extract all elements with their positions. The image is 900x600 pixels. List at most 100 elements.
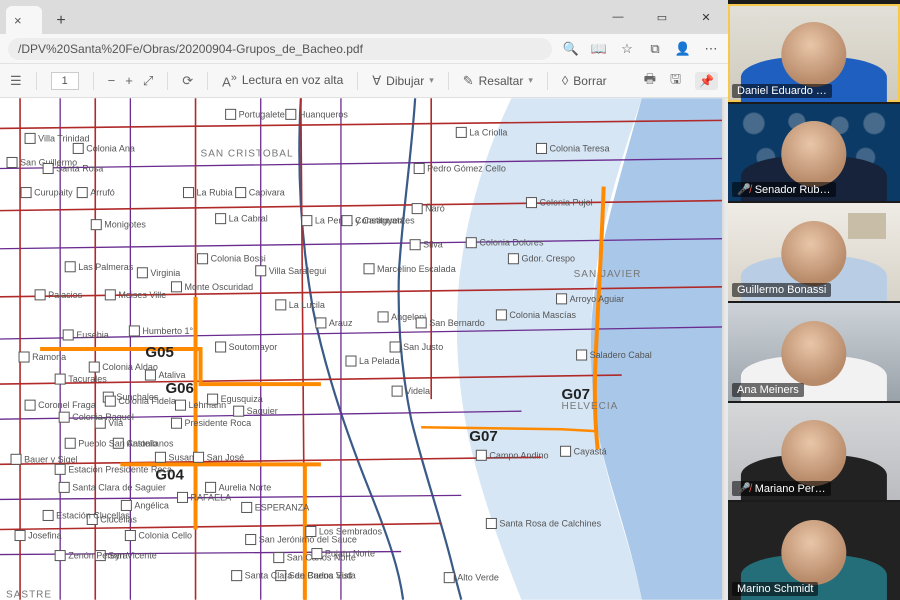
city-label: Humberto 1° (142, 326, 193, 336)
city-label: Silva (423, 240, 444, 250)
route-shield (59, 482, 69, 492)
read-aloud-toggle-icon[interactable]: 📖 (590, 41, 608, 57)
profile-icon[interactable]: 👤 (674, 41, 692, 57)
city-label: Capivara (249, 188, 286, 198)
route-shield (19, 352, 29, 362)
tab-close-icon[interactable]: × (14, 13, 22, 28)
participant-name: Marino Schmidt (737, 583, 813, 595)
pin-toolbar-button[interactable]: 📌 (695, 72, 718, 90)
route-shield (444, 573, 454, 583)
route-shield (246, 535, 256, 545)
participants-strip: Daniel Eduardo … 🎤̸ Senador Rub… Guillermo … (728, 0, 900, 600)
route-shield (412, 204, 422, 214)
road-map-svg: G05 G06 G04 G07 G07 SAN CRISTOBAL SAN JA… (0, 98, 722, 600)
window-close-button[interactable]: ✕ (684, 0, 728, 34)
zoom-out-button[interactable]: − (108, 73, 116, 88)
route-shield (256, 266, 266, 276)
route-shield (55, 374, 65, 384)
participant-tile[interactable]: Guillermo Bonassi (728, 203, 900, 301)
participant-tile[interactable]: 🎤̸Mariano Per… (728, 403, 900, 501)
route-shield (184, 188, 194, 198)
participant-tile[interactable]: Marino Schmidt (728, 502, 900, 600)
browser-tab-current[interactable]: × (6, 6, 42, 34)
participant-name-badge: Marino Schmidt (732, 582, 818, 596)
city-label: San José (207, 452, 245, 462)
erase-button[interactable]: ◊ Borrar (562, 73, 607, 88)
route-shield (561, 446, 571, 456)
erase-icon: ◊ (562, 73, 568, 88)
shared-screen: × + — ▭ ✕ /DPV%20Santa%20Fe/Obras/202009… (0, 0, 728, 600)
city-label: San Justo (403, 342, 443, 352)
page-number-field[interactable]: 1 (51, 72, 79, 90)
print-button[interactable]: 🖶 (644, 70, 656, 92)
fit-width-button[interactable]: ⤢ (143, 73, 153, 89)
city-label: Arroyo Aguiar (570, 294, 625, 304)
city-label: La Lucila (289, 300, 326, 310)
participant-name-badge: 🎤̸ Senador Rub… (732, 182, 836, 197)
participant-tile[interactable]: Ana Meiners (728, 303, 900, 401)
city-label: Portugalete (239, 109, 285, 119)
route-shield (208, 394, 218, 404)
route-shield (35, 290, 45, 300)
route-shield (89, 362, 99, 372)
route-shield (234, 406, 244, 416)
window-maximize-button[interactable]: ▭ (640, 0, 684, 34)
route-shield (276, 300, 286, 310)
more-icon[interactable]: ⋯ (702, 41, 720, 57)
zoom-in-button[interactable]: + (125, 73, 133, 88)
route-shield (274, 553, 284, 563)
city-label: Pedro Gómez Cello (427, 164, 506, 174)
participant-name: Daniel Eduardo … (737, 85, 827, 97)
participant-tile[interactable]: 🎤̸ Senador Rub… (728, 104, 900, 202)
route-shield (456, 127, 466, 137)
city-label: Presidente Roca (185, 418, 253, 428)
city-label: San Bernardo (429, 318, 485, 328)
route-shield (496, 310, 506, 320)
route-shield (577, 350, 587, 360)
city-label: Coronel Fraga (38, 400, 97, 410)
route-shield (216, 342, 226, 352)
city-label: Campo Andino (489, 450, 548, 460)
pdf-page-viewport[interactable]: G05 G06 G04 G07 G07 SAN CRISTOBAL SAN JA… (0, 98, 728, 600)
city-label: Alto Verde (457, 573, 499, 583)
favorite-icon[interactable]: ☆ (618, 41, 636, 57)
erase-label: Borrar (573, 74, 606, 88)
city-label: Saguier (247, 406, 278, 416)
participant-name: Senador Rub… (755, 184, 831, 196)
rotate-group: ⟳ (182, 73, 193, 89)
dept-san-cristobal: SAN CRISTOBAL (201, 148, 294, 159)
save-button[interactable]: 🖫 (670, 70, 681, 92)
route-shield (194, 452, 204, 462)
collections-icon[interactable]: ⧉ (646, 41, 664, 57)
route-shield (25, 400, 35, 410)
route-shield (236, 188, 246, 198)
new-tab-button[interactable]: + (48, 8, 74, 34)
rotate-button[interactable]: ⟳ (182, 73, 193, 89)
video-conference-with-screenshare: × + — ▭ ✕ /DPV%20Santa%20Fe/Obras/202009… (0, 0, 900, 600)
draw-button[interactable]: ∀ Dibujar ▾ (372, 73, 433, 89)
route-shield (342, 216, 352, 226)
participant-tile[interactable]: Daniel Eduardo … (728, 4, 900, 102)
route-shield (7, 157, 17, 167)
highlight-button[interactable]: ✎ Resaltar ▾ (463, 73, 533, 89)
toc-icon[interactable]: ☰ (10, 73, 22, 89)
city-label: Videla (405, 386, 431, 396)
route-shield (416, 318, 426, 328)
separator (93, 72, 94, 90)
city-label: Aurelia Norte (219, 482, 272, 492)
read-aloud-button[interactable]: A» Lectura en voz alta (222, 72, 343, 89)
city-label: La Criolla (469, 127, 508, 137)
city-label: Los Sembrados (319, 527, 383, 537)
window-minimize-button[interactable]: — (596, 0, 640, 34)
route-shield (145, 370, 155, 380)
find-icon[interactable]: 🔍 (562, 41, 580, 57)
participant-name-badge: 🎤̸Mariano Per… (732, 481, 831, 496)
route-shield (316, 318, 326, 328)
city-label: Colonia Dolores (479, 238, 544, 248)
route-shield (526, 198, 536, 208)
dept-san-javier: SAN JAVIER (574, 269, 642, 280)
route-shield (312, 549, 322, 559)
muted-icon: 🎤̸ (737, 183, 751, 196)
url-field[interactable]: /DPV%20Santa%20Fe/Obras/20200904-Grupos_… (8, 38, 552, 60)
dept-sastre: SASTRE (6, 590, 52, 600)
